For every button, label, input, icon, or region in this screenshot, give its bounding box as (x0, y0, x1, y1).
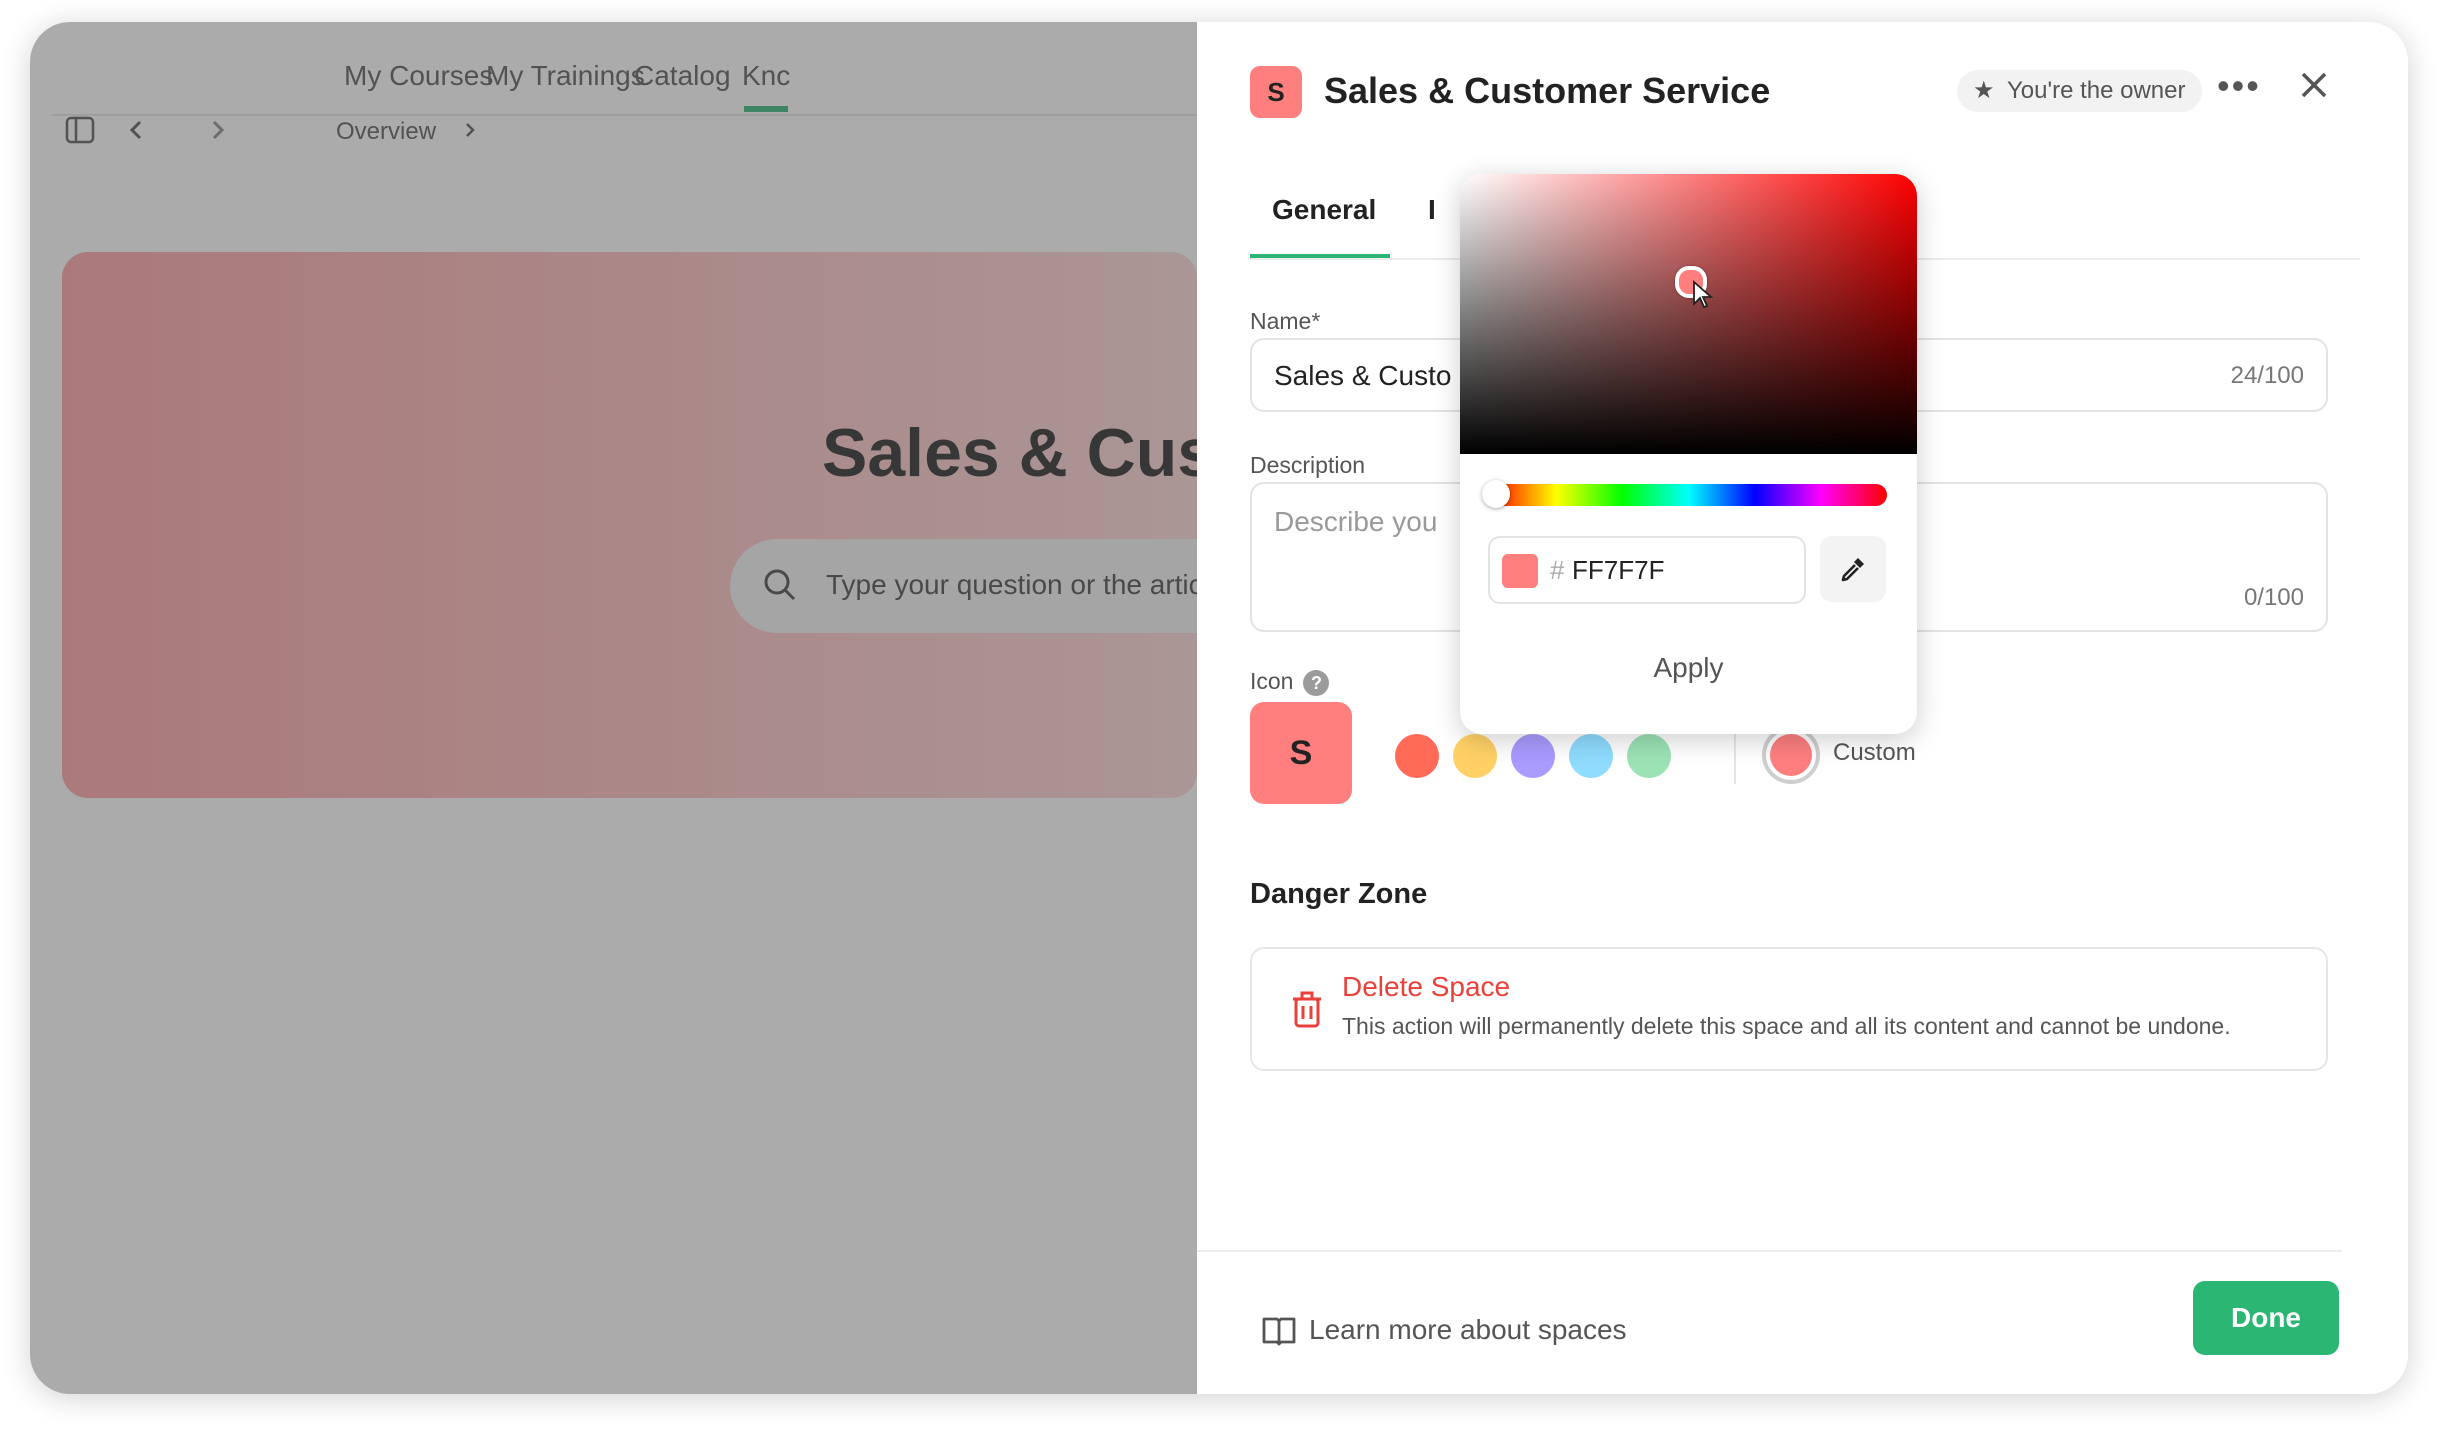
swatch-divider (1734, 728, 1736, 784)
tab-general[interactable]: General (1272, 194, 1376, 226)
space-icon-preview[interactable]: S (1250, 702, 1352, 804)
tab-second[interactable]: I (1428, 194, 1436, 226)
swatch-purple[interactable] (1511, 734, 1555, 778)
icon-label: Icon? (1250, 668, 1330, 696)
description-char-count: 0/100 (2243, 584, 2304, 611)
hex-value: FF7F7F (1572, 555, 1665, 585)
hex-input[interactable]: # FF7F7F (1488, 536, 1806, 604)
name-value: Sales & Custo (1274, 360, 1452, 391)
hue-slider-handle[interactable] (1482, 480, 1510, 508)
owner-label: You're the owner (2007, 77, 2186, 104)
hex-hash: # (1550, 555, 1565, 585)
panel-title: Sales & Customer Service (1324, 70, 1771, 111)
name-label: Name* (1250, 308, 1321, 334)
app-window: My Courses My Trainings Catalog Knc Over… (30, 22, 2408, 1394)
swatch-blue[interactable] (1569, 734, 1613, 778)
description-label: Description (1250, 452, 1366, 478)
swatch-coral[interactable] (1395, 734, 1439, 778)
delete-space-link[interactable]: Delete Space (1342, 971, 1510, 1003)
hue-slider[interactable] (1490, 484, 1887, 506)
danger-zone-title: Danger Zone (1250, 878, 1428, 910)
description-placeholder: Describe you (1274, 506, 1438, 537)
saturation-value-area[interactable] (1460, 174, 1917, 454)
swatch-green[interactable] (1627, 734, 1671, 778)
close-icon[interactable] (2297, 60, 2331, 113)
trash-icon (1290, 991, 1324, 1029)
help-icon[interactable]: ? (1303, 669, 1330, 696)
eyedropper-button[interactable] (1820, 536, 1886, 602)
eyedropper-icon (1841, 558, 1864, 582)
active-tab-indicator (1250, 254, 1390, 258)
hex-color-preview (1502, 554, 1538, 588)
swatch-yellow[interactable] (1453, 734, 1497, 778)
custom-label[interactable]: Custom (1833, 739, 1916, 767)
book-icon (1261, 1312, 1297, 1348)
icon-label-text: Icon (1250, 668, 1294, 694)
footer-divider (1197, 1250, 2342, 1252)
delete-space-card[interactable]: Delete Space This action will permanentl… (1250, 947, 2328, 1071)
done-button[interactable]: Done (2193, 1281, 2339, 1355)
owner-badge: ★ You're the owner (1957, 70, 2202, 112)
background-page: My Courses My Trainings Catalog Knc Over… (30, 22, 1238, 1394)
more-dots-icon[interactable]: ••• (2217, 66, 2261, 106)
star-icon: ★ (1973, 77, 1995, 104)
apply-button[interactable]: Apply (1460, 652, 1917, 684)
learn-more-text: Learn more about spaces (1309, 1314, 1627, 1345)
name-char-count: 24/100 (2230, 362, 2304, 389)
custom-color-swatch[interactable] (1762, 726, 1820, 784)
modal-backdrop[interactable] (30, 22, 1197, 1394)
delete-space-description: This action will permanently delete this… (1342, 1013, 2231, 1039)
color-picker-popover: # FF7F7F Apply (1460, 174, 1917, 734)
space-badge: S (1250, 66, 1302, 118)
mouse-cursor-icon (1692, 280, 1714, 310)
